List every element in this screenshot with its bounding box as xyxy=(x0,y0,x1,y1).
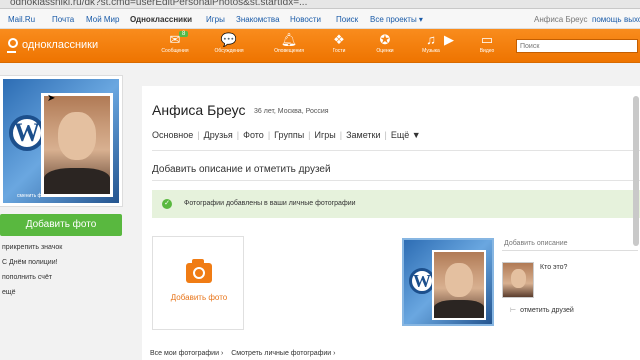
profile-name[interactable]: Анфиса Бреус xyxy=(152,102,246,118)
change-photo-link[interactable]: сменить фото xyxy=(17,193,49,199)
main-content: Анфиса Бреус 36 лет, Москва, Россия Осно… xyxy=(142,86,640,360)
tag-friends-label: отметить друзей xyxy=(520,307,574,314)
search-box[interactable] xyxy=(516,39,638,53)
tag-pin-icon: ⊢ xyxy=(510,307,517,314)
add-description-field[interactable]: Добавить описание xyxy=(504,240,568,247)
description-underline xyxy=(502,250,638,251)
sidebar-links: прикрепить значок С Днём полиции! пополн… xyxy=(0,244,122,304)
section-title: Добавить описание и отметить друзей xyxy=(152,164,331,175)
sidebar-link-top-up[interactable]: пополнить счёт xyxy=(0,274,122,289)
tab-friends[interactable]: Друзья xyxy=(204,130,233,140)
portal-link-all-projects[interactable]: Все проекты ▾ xyxy=(370,15,423,24)
nav-video[interactable]: ▭ Видео xyxy=(464,32,510,54)
profile-avatar[interactable]: W ➤ сменить фото xyxy=(0,76,122,206)
nav-ratings-label: Оценки xyxy=(376,48,394,54)
who-is-it-label[interactable]: Кто это? xyxy=(540,264,567,271)
nav-notifications[interactable]: 🔔︎ Оповещения xyxy=(266,32,312,54)
avatar-photo-frame xyxy=(41,93,113,197)
portal-link-mail[interactable]: Почта xyxy=(52,15,74,24)
sidebar-link-label: С Днём полиции! xyxy=(2,259,58,266)
sidebar-link-label: ещё xyxy=(2,289,16,296)
mouse-cursor-icon: ➤ xyxy=(47,93,56,104)
page-scrollbar[interactable] xyxy=(633,96,639,246)
footprints-icon: ❖ xyxy=(333,32,345,47)
tag-avatar[interactable] xyxy=(502,262,534,298)
sidebar-link-label: пополнить счёт xyxy=(2,274,53,281)
exit-link[interactable]: выход xyxy=(624,15,640,24)
url-text: odnoklassniki.ru/dk?st.cmd=userEditPerso… xyxy=(10,0,308,8)
nav-guests[interactable]: ❖ Гости xyxy=(316,32,362,54)
tab-games[interactable]: Игры xyxy=(315,130,336,140)
sidebar-link-more[interactable]: ещё xyxy=(0,289,122,304)
view-personal-photos-link[interactable]: Смотреть личные фотографии › xyxy=(231,350,335,357)
play-icon: ▶ xyxy=(444,32,454,47)
rating-icon: ✪ xyxy=(379,32,391,47)
notice-text: Фотографии добавлены в ваши личные фотог… xyxy=(184,200,356,207)
messages-badge: 8 xyxy=(179,31,189,37)
nav-guests-label: Гости xyxy=(332,48,346,54)
nav-notifications-label: Оповещения xyxy=(274,48,304,54)
ok-logo-text: одноклассники xyxy=(22,38,99,51)
nav-music-label: Музыка xyxy=(422,48,440,54)
tab-main[interactable]: Основное xyxy=(152,130,193,140)
portal-link-news[interactable]: Новости xyxy=(290,15,321,24)
nav-video-label: Видео xyxy=(479,48,495,54)
sidebar-link-attach-badge[interactable]: прикрепить значок xyxy=(0,244,122,259)
upload-photo-tile[interactable]: Добавить фото xyxy=(152,236,244,330)
portal-link-search[interactable]: Поиск xyxy=(336,15,358,24)
upload-photo-label: Добавить фото xyxy=(170,293,228,302)
camera-icon xyxy=(186,259,212,283)
sidebar-link-police-day[interactable]: С Днём полиции! xyxy=(0,259,122,274)
wordpress-logo-icon: W xyxy=(9,115,45,151)
bell-icon: 🔔︎ xyxy=(280,32,298,47)
tab-groups[interactable]: Группы xyxy=(274,130,304,140)
nav-ratings[interactable]: ✪ Оценки xyxy=(362,32,408,54)
chat-bubble-icon: 💬 xyxy=(220,32,238,47)
nav-messages-label: Сообщения xyxy=(161,48,189,54)
add-photo-button[interactable]: Добавить фото xyxy=(0,214,122,236)
nav-messages[interactable]: ✉ 8 Сообщения xyxy=(152,31,198,54)
all-my-photos-link[interactable]: Все мои фотографии › xyxy=(150,350,223,357)
success-notice: ✓ Фотографии добавлены в ваши личные фот… xyxy=(152,190,640,218)
music-play-button[interactable]: ▶ xyxy=(434,32,464,48)
tab-more[interactable]: Ещё ▼ xyxy=(391,130,421,140)
portal-top-strip: Mail.Ru Почта Мой Мир Одноклассники Игры… xyxy=(0,9,640,29)
avatar-photo xyxy=(44,96,110,194)
photo-bottom-links: Все мои фотографии › Смотреть личные фот… xyxy=(150,350,342,357)
portal-link-dating[interactable]: Знакомства xyxy=(236,15,280,24)
portal-link-ok[interactable]: Одноклассники xyxy=(130,15,192,24)
ok-logo[interactable]: одноклассники xyxy=(6,38,99,53)
nav-discussions[interactable]: 💬 Обсуждения xyxy=(206,32,252,54)
tab-notes[interactable]: Заметки xyxy=(346,130,380,140)
portal-link-games[interactable]: Игры xyxy=(206,15,225,24)
tag-friends-link[interactable]: ⊢ отметить друзей xyxy=(510,306,574,314)
thumbnail-photo xyxy=(434,252,484,318)
photo-description-panel: Добавить описание Кто это? ⊢ отметить дру… xyxy=(502,238,638,326)
sidebar-link-label: прикрепить значок xyxy=(2,244,63,251)
profile-tabs: Основное | Друзья | Фото | Группы | Игры | Заметки… xyxy=(152,130,421,140)
ok-logo-icon xyxy=(6,38,18,53)
portal-link-myworld[interactable]: Мой Мир xyxy=(86,15,119,24)
uploaded-photo-thumbnail[interactable]: W xyxy=(402,238,494,326)
divider xyxy=(152,150,640,151)
search-input[interactable] xyxy=(517,40,637,52)
tab-photos[interactable]: Фото xyxy=(243,130,264,140)
profile-meta: 36 лет, Москва, Россия xyxy=(254,108,329,115)
portal-link-mailru[interactable]: Mail.Ru xyxy=(8,15,35,24)
video-icon: ▭ xyxy=(480,32,494,47)
check-icon: ✓ xyxy=(162,199,172,209)
topstrip-user-name[interactable]: Анфиса Бреус xyxy=(534,15,587,24)
browser-url-bar[interactable]: odnoklassniki.ru/dk?st.cmd=userEditPerso… xyxy=(0,0,640,9)
main-navbar: одноклассники ✉ 8 Сообщения 💬 Обсуждения… xyxy=(0,29,640,63)
envelope-icon: ✉ xyxy=(169,32,181,47)
nav-discussions-label: Обсуждения xyxy=(214,48,244,54)
divider xyxy=(152,180,640,181)
help-link[interactable]: помощь xyxy=(592,15,621,24)
